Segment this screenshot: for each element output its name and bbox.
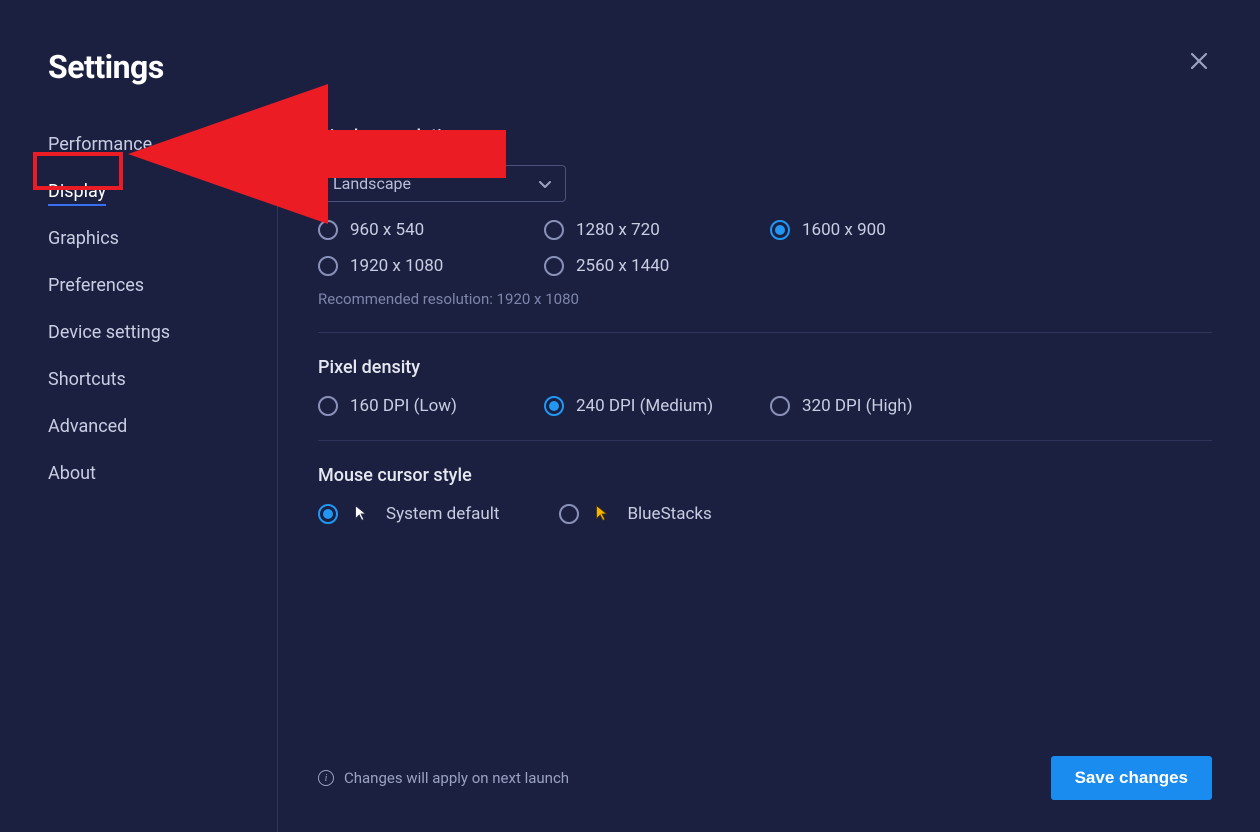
radio-icon <box>318 504 338 524</box>
dpi-option-320[interactable]: 320 DPI (High) <box>770 396 996 416</box>
notice-text: Changes will apply on next launch <box>344 769 569 787</box>
radio-label: System default <box>386 504 499 524</box>
radio-label: 240 DPI (Medium) <box>576 396 713 416</box>
sidebar-item-label: Advanced <box>48 416 127 437</box>
radio-icon <box>544 396 564 416</box>
info-icon: i <box>318 770 334 786</box>
resolution-option-960x540[interactable]: 960 x 540 <box>318 220 544 240</box>
section-cursor-style: Mouse cursor style System default <box>318 465 1212 548</box>
resolution-hint: Recommended resolution: 1920 x 1080 <box>318 290 1212 308</box>
sidebar-item-graphics[interactable]: Graphics <box>48 220 257 257</box>
radio-label: 1600 x 900 <box>802 220 886 240</box>
close-icon <box>1190 50 1208 75</box>
section-title: Display resolution <box>318 126 1212 147</box>
footer: i Changes will apply on next launch Save… <box>318 736 1212 832</box>
cursor-option-system[interactable]: System default <box>318 504 499 524</box>
sidebar-item-preferences[interactable]: Preferences <box>48 267 257 304</box>
sidebar-item-performance[interactable]: Performance <box>48 126 257 163</box>
radio-icon <box>544 256 564 276</box>
sidebar-item-display[interactable]: Display <box>48 173 257 210</box>
resolution-option-1920x1080[interactable]: 1920 x 1080 <box>318 256 544 276</box>
radio-icon <box>770 396 790 416</box>
launch-notice: i Changes will apply on next launch <box>318 769 569 787</box>
resolution-option-1600x900[interactable]: 1600 x 900 <box>770 220 996 240</box>
resolution-option-1280x720[interactable]: 1280 x 720 <box>544 220 770 240</box>
resolution-options: 960 x 540 1280 x 720 1600 x 900 1920 x 1… <box>318 220 1212 276</box>
radio-label: 320 DPI (High) <box>802 396 913 416</box>
sidebar-item-label: Shortcuts <box>48 369 126 390</box>
radio-label: 1920 x 1080 <box>350 256 443 276</box>
dpi-options: 160 DPI (Low) 240 DPI (Medium) 320 DPI (… <box>318 396 1212 416</box>
close-button[interactable] <box>1186 48 1212 78</box>
radio-label: 1280 x 720 <box>576 220 660 240</box>
sidebar-item-advanced[interactable]: Advanced <box>48 408 257 445</box>
cursor-options: System default BlueStacks <box>318 504 1212 524</box>
select-value: Landscape <box>333 174 411 193</box>
radio-label: 160 DPI (Low) <box>350 396 457 416</box>
sidebar-item-device-settings[interactable]: Device settings <box>48 314 257 351</box>
radio-label: BlueStacks <box>627 504 711 524</box>
sidebar-item-label: Performance <box>48 134 152 155</box>
sidebar-item-label: Graphics <box>48 228 119 249</box>
radio-icon <box>318 396 338 416</box>
chevron-down-icon <box>539 174 551 193</box>
dpi-option-160[interactable]: 160 DPI (Low) <box>318 396 544 416</box>
radio-label: 960 x 540 <box>350 220 424 240</box>
section-display-resolution: Display resolution Landscape 960 x 540 1… <box>318 126 1212 333</box>
main-panel: Display resolution Landscape 960 x 540 1… <box>278 126 1212 832</box>
radio-icon <box>770 220 790 240</box>
sidebar-item-label: Display <box>48 181 106 206</box>
sidebar: Performance Display Graphics Preferences… <box>48 126 278 832</box>
page-title: Settings <box>48 48 164 86</box>
section-pixel-density: Pixel density 160 DPI (Low) 240 DPI (Med… <box>318 357 1212 441</box>
cursor-option-bluestacks[interactable]: BlueStacks <box>559 504 711 524</box>
resolution-option-2560x1440[interactable]: 2560 x 1440 <box>544 256 770 276</box>
sidebar-item-label: Device settings <box>48 322 170 343</box>
section-title: Mouse cursor style <box>318 465 1212 486</box>
sidebar-item-label: Preferences <box>48 275 144 296</box>
radio-label: 2560 x 1440 <box>576 256 669 276</box>
dpi-option-240[interactable]: 240 DPI (Medium) <box>544 396 770 416</box>
section-title: Pixel density <box>318 357 1212 378</box>
cursor-bluestacks-icon <box>593 504 613 524</box>
radio-icon <box>318 256 338 276</box>
cursor-system-icon <box>352 504 372 524</box>
sidebar-item-label: About <box>48 463 96 484</box>
sidebar-item-shortcuts[interactable]: Shortcuts <box>48 361 257 398</box>
radio-icon <box>544 220 564 240</box>
radio-icon <box>318 220 338 240</box>
orientation-select[interactable]: Landscape <box>318 165 566 202</box>
save-changes-button[interactable]: Save changes <box>1051 756 1212 800</box>
sidebar-item-about[interactable]: About <box>48 455 257 492</box>
radio-icon <box>559 504 579 524</box>
